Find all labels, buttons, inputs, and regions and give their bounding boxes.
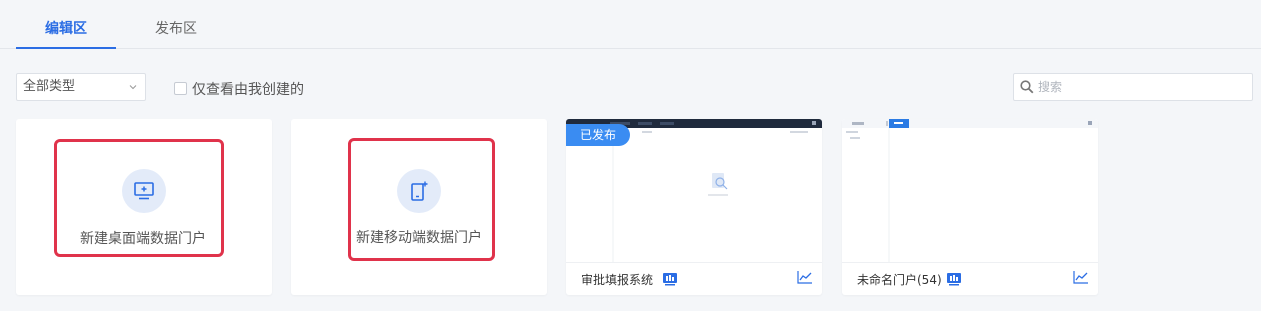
new-mobile-portal-button[interactable]: 新建移动端数据门户 bbox=[348, 138, 495, 261]
portal-card-footer: 审批填报系统 bbox=[566, 264, 822, 295]
mobile-icon-circle bbox=[397, 169, 441, 213]
chevron-down-icon bbox=[129, 85, 137, 90]
tab-edit-area[interactable]: 编辑区 bbox=[16, 18, 116, 49]
new-mobile-portal-label: 新建移动端数据门户 bbox=[356, 230, 482, 246]
portal-card-footer: 未命名门户(54) bbox=[842, 264, 1098, 295]
portal-card[interactable]: 已发布 审批填报系统 bbox=[566, 119, 822, 295]
portal-card[interactable]: 未命名门户(54) bbox=[842, 119, 1098, 295]
only-mine-label[interactable]: 仅查看由我创建的 bbox=[192, 79, 304, 99]
new-mobile-portal-card[interactable]: 新建移动端数据门户 bbox=[291, 119, 547, 295]
new-desktop-portal-label: 新建桌面端数据门户 bbox=[80, 231, 206, 247]
mobile-add-icon bbox=[411, 181, 428, 201]
search-icon bbox=[1020, 80, 1034, 94]
new-desktop-portal-button[interactable]: 新建桌面端数据门户 bbox=[54, 139, 224, 257]
portal-title: 审批填报系统 bbox=[581, 273, 654, 287]
published-badge: 已发布 bbox=[566, 124, 630, 146]
tab-publish-area[interactable]: 发布区 bbox=[126, 18, 226, 49]
type-select-value: 全部类型 bbox=[23, 79, 76, 94]
portal-thumbnail: 已发布 bbox=[566, 119, 822, 263]
line-chart-icon[interactable] bbox=[797, 270, 813, 284]
only-mine-checkbox[interactable] bbox=[174, 82, 187, 95]
tab-bar: 编辑区 发布区 bbox=[0, 0, 1261, 49]
portal-preview-image bbox=[842, 119, 1098, 262]
new-desktop-portal-card[interactable]: 新建桌面端数据门户 bbox=[16, 119, 272, 295]
dashboard-icon bbox=[947, 273, 961, 286]
portal-thumbnail bbox=[842, 119, 1098, 263]
portal-title: 未命名门户(54) bbox=[857, 273, 942, 287]
desktop-add-icon bbox=[134, 182, 154, 200]
dashboard-icon bbox=[663, 273, 677, 286]
type-select[interactable]: 全部类型 bbox=[16, 73, 146, 101]
desktop-icon-circle bbox=[122, 169, 166, 213]
line-chart-icon[interactable] bbox=[1073, 270, 1089, 284]
search-box[interactable] bbox=[1013, 73, 1253, 101]
search-input[interactable] bbox=[1038, 77, 1238, 97]
